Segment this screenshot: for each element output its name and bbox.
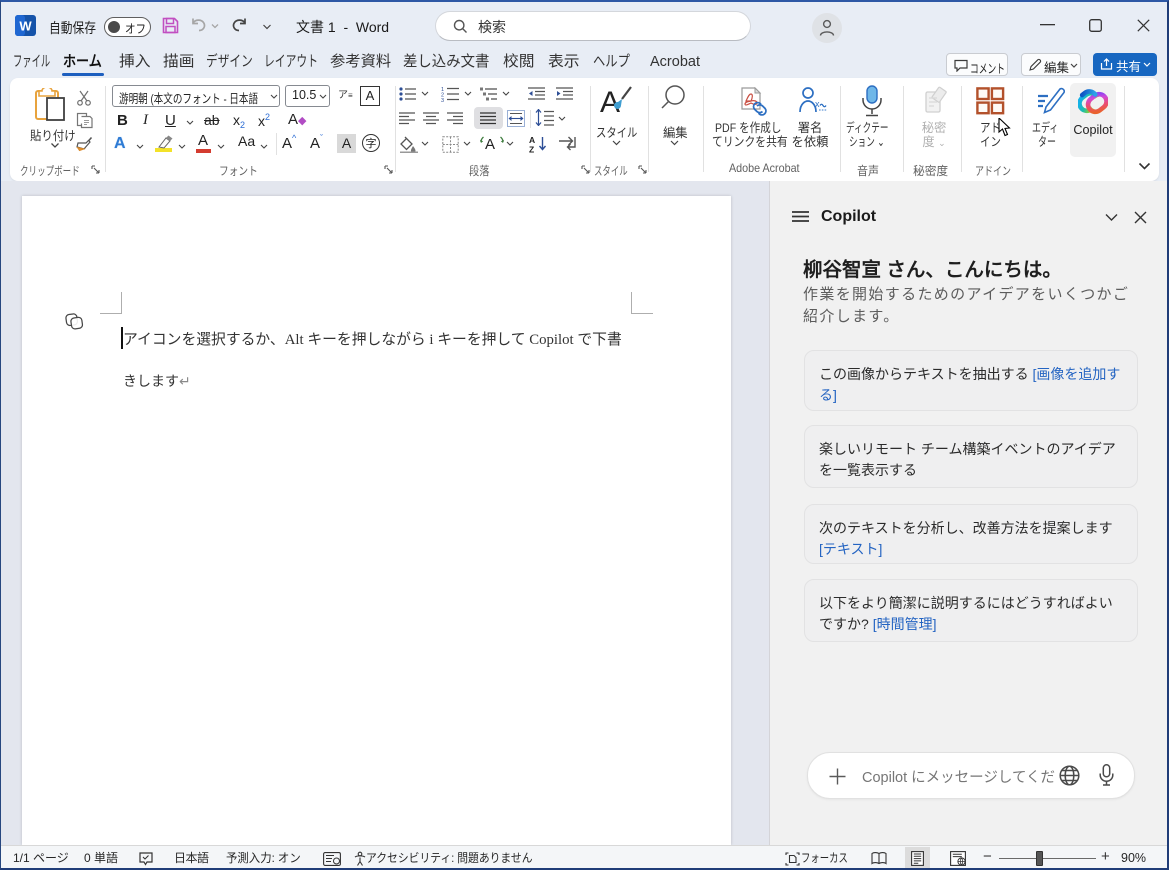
svg-text:x: x bbox=[815, 99, 820, 109]
svg-text:W: W bbox=[19, 19, 32, 34]
svg-text:A: A bbox=[529, 135, 535, 145]
svg-text:Z: Z bbox=[529, 145, 534, 154]
svg-text:3: 3 bbox=[441, 98, 444, 102]
svg-text:A: A bbox=[600, 86, 620, 117]
svg-text:A: A bbox=[485, 136, 495, 153]
